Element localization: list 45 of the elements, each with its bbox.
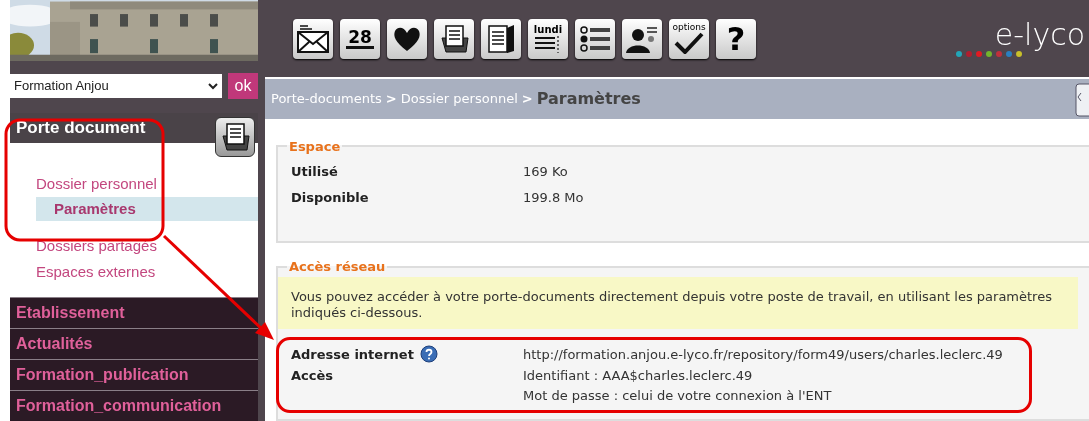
- sidebar-link[interactable]: Dossier personnel: [26, 171, 258, 197]
- menu-item[interactable]: Actualités: [10, 328, 258, 359]
- sidebar-link[interactable]: Espaces externes: [26, 259, 258, 285]
- menu-item[interactable]: Formation_communication: [10, 390, 258, 421]
- sidebar-link[interactable]: Paramètres: [36, 197, 258, 221]
- info-notice: Vous pouvez accéder à votre porte-documents directement depuis votre poste de travail, en utilisant les paramètres indiqués ci-dessous.: [278, 276, 1078, 329]
- toolbar-button[interactable]: [622, 18, 662, 59]
- underline-icon: [346, 45, 374, 49]
- breadcrumb-separator: >: [521, 90, 533, 108]
- section-legend: Accès réseau: [287, 257, 388, 277]
- help-icon[interactable]: [419, 344, 438, 363]
- toolbar-button[interactable]: 28: [340, 18, 380, 59]
- toolbar-button[interactable]: [575, 18, 615, 59]
- toolbar-button[interactable]: [481, 18, 521, 59]
- page-title: Paramètres: [536, 87, 641, 110]
- ok-button[interactable]: ok: [228, 73, 258, 99]
- toolbar-button[interactable]: options: [669, 18, 709, 59]
- sidebar-link[interactable]: Dossiers partagés: [26, 233, 258, 259]
- envelope-icon: [296, 23, 330, 54]
- section-legend: Espace: [287, 136, 343, 156]
- field-label: Adresse internet: [291, 346, 414, 362]
- field-label: Accès: [291, 368, 334, 383]
- checkmark-icon: [674, 32, 704, 54]
- toolbar-button[interactable]: lundi: [528, 18, 568, 59]
- list-icon: [578, 23, 612, 54]
- breadcrumb-separator: >: [385, 90, 397, 108]
- menu-item[interactable]: Etablissement: [10, 297, 258, 328]
- logo: e-lyco: [994, 19, 1085, 50]
- toolbar-button[interactable]: [387, 18, 427, 59]
- toolbar-button[interactable]: ?: [716, 18, 756, 59]
- chevron-down-icon: [208, 82, 218, 90]
- toolbar-button[interactable]: [434, 18, 474, 59]
- document-icon[interactable]: [1075, 83, 1089, 117]
- establishment-select[interactable]: Formation Anjou: [10, 74, 222, 98]
- toolbar-button[interactable]: [293, 18, 333, 59]
- field-value: Mot de passe : celui de votre connexion à l'ENT: [523, 386, 832, 405]
- lines-icon: [533, 34, 562, 53]
- field-value: Identifiant : AAA$charles.leclerc.49: [523, 367, 754, 385]
- field-value: http://formation.anjou.e-lyco.fr/repository/form49/users/charles.leclerc.49: [523, 345, 1003, 364]
- field-value: 169 Ko: [523, 163, 568, 181]
- field-value: 199.8 Mo: [523, 188, 584, 207]
- field-label: Disponible: [291, 189, 369, 205]
- menu-item[interactable]: Formation_publication: [10, 359, 258, 390]
- field-label: Utilisé: [291, 164, 338, 179]
- colored-dots-icon: [955, 49, 1025, 58]
